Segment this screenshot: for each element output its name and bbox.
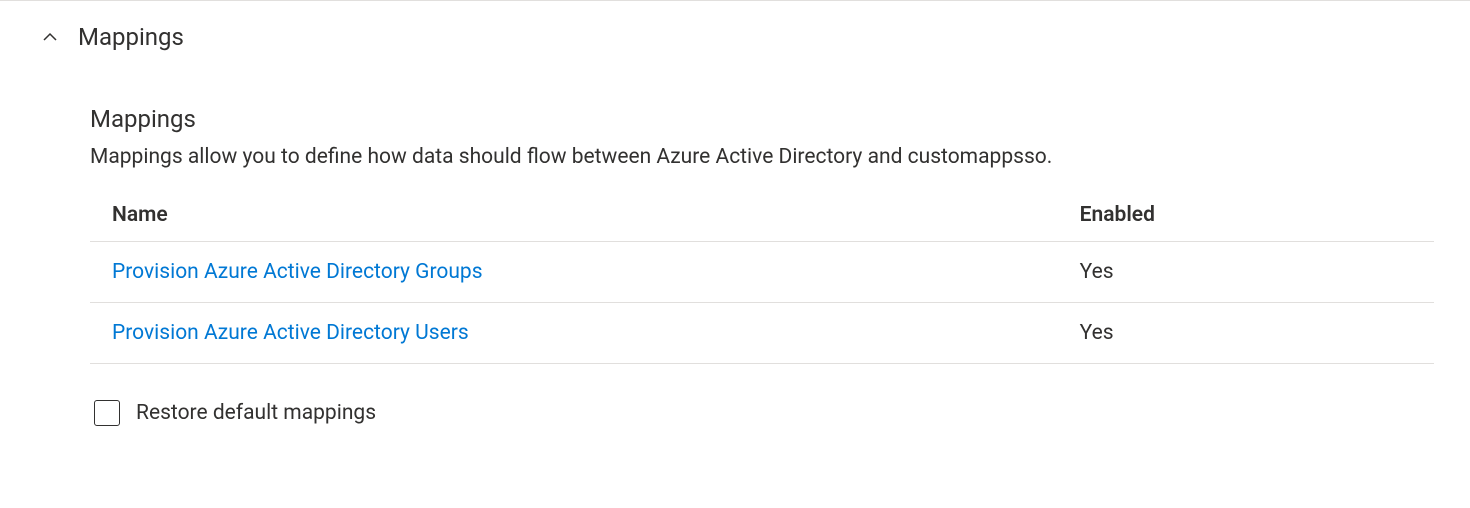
mapping-link-groups[interactable]: Provision Azure Active Directory Groups [112, 260, 483, 284]
column-header-enabled[interactable]: Enabled [1058, 193, 1434, 242]
mapping-enabled-cell: Yes [1058, 303, 1434, 364]
mapping-enabled-cell: Yes [1058, 242, 1434, 303]
panel-description: Mappings allow you to define how data sh… [90, 145, 1434, 169]
mappings-section-header[interactable]: Mappings [0, 1, 1470, 51]
restore-default-row: Restore default mappings [90, 364, 1434, 426]
restore-default-checkbox[interactable] [94, 400, 120, 426]
section-title: Mappings [78, 23, 184, 51]
chevron-up-icon[interactable] [40, 27, 60, 47]
column-header-name[interactable]: Name [90, 193, 1058, 242]
mapping-name-cell: Provision Azure Active Directory Users [90, 303, 1058, 364]
mapping-name-cell: Provision Azure Active Directory Groups [90, 242, 1058, 303]
mappings-table: Name Enabled Provision Azure Active Dire… [90, 193, 1434, 364]
restore-default-label: Restore default mappings [136, 401, 376, 425]
mapping-link-users[interactable]: Provision Azure Active Directory Users [112, 321, 469, 345]
panel-heading: Mappings [90, 105, 1434, 133]
mappings-panel: Mappings Mappings allow you to define ho… [0, 51, 1470, 426]
table-row: Provision Azure Active Directory Users Y… [90, 303, 1434, 364]
table-row: Provision Azure Active Directory Groups … [90, 242, 1434, 303]
table-header-row: Name Enabled [90, 193, 1434, 242]
